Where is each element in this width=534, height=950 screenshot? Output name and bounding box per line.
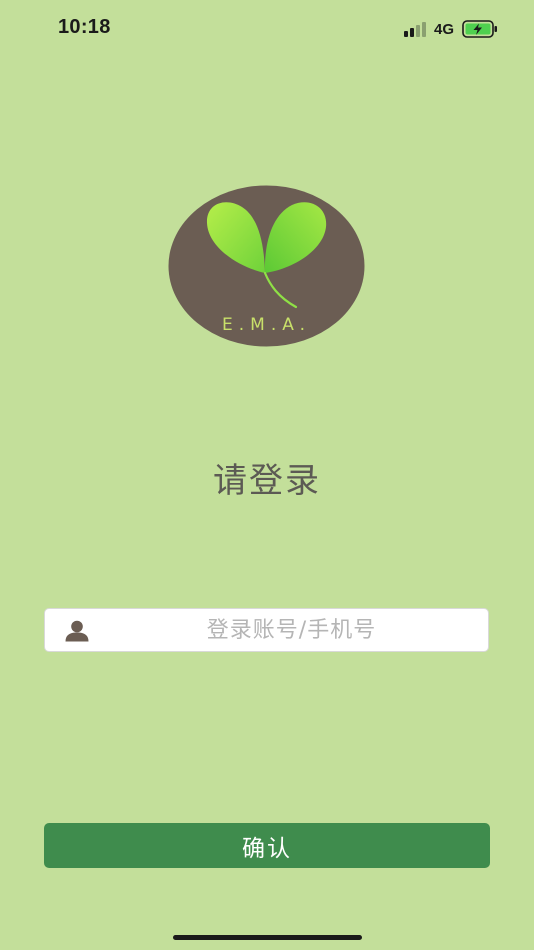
user-icon <box>65 620 89 642</box>
status-time: 10:18 <box>58 16 111 38</box>
account-field[interactable] <box>44 608 489 652</box>
network-type: 4G <box>433 20 454 38</box>
ema-logo: E.M.A. <box>168 185 365 347</box>
confirm-button[interactable]: 确认 <box>44 823 490 868</box>
page-title: 请登录 <box>213 461 321 501</box>
account-input[interactable] <box>45 609 488 651</box>
home-indicator[interactable] <box>173 935 362 940</box>
status-indicators: 4G <box>403 18 498 40</box>
signal-bars-icon <box>403 21 426 37</box>
status-bar: 10:18 4G <box>0 0 534 60</box>
logo-text: E.M.A. <box>222 315 311 335</box>
battery-charging-icon <box>462 20 497 38</box>
